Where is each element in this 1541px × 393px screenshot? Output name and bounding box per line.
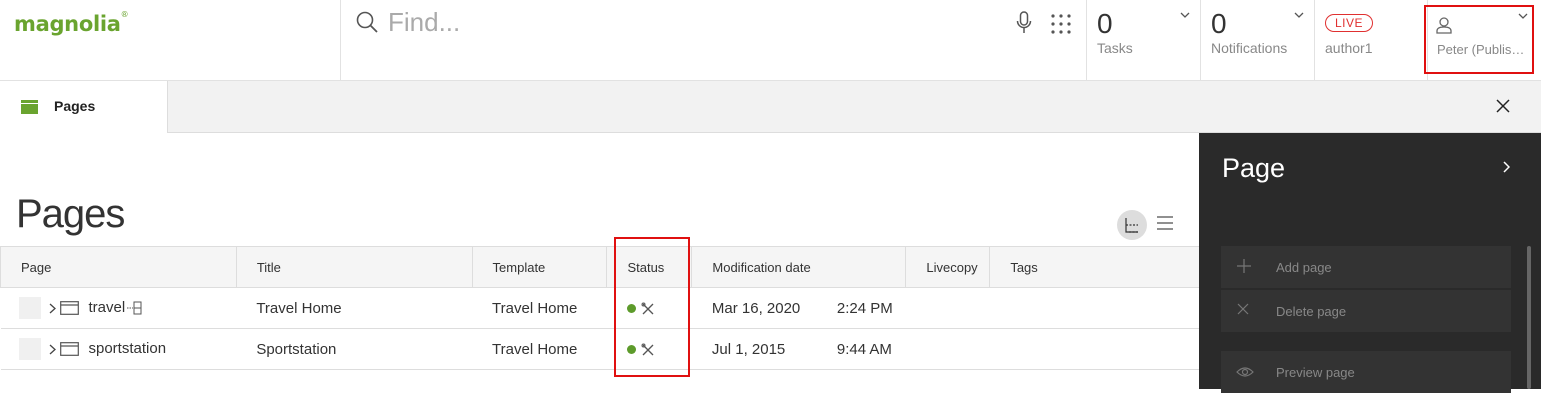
pages-app-icon <box>21 100 38 114</box>
close-icon <box>1237 303 1249 315</box>
livecopy-cell <box>905 287 990 329</box>
instance-label: author1 <box>1325 40 1373 56</box>
status-column-highlight <box>614 237 690 377</box>
chevron-right-icon[interactable] <box>1503 161 1510 173</box>
title-cell: Sportstation <box>236 328 473 370</box>
chevron-down-icon <box>1294 12 1304 18</box>
top-bar: magnolia® 0 Tasks 0 Notifications LI <box>0 0 1541 81</box>
add-page-action[interactable]: Add page <box>1221 246 1511 288</box>
table-header-row: Page Title Template Status Modification … <box>0 246 1200 288</box>
modification-date-cell: Mar 16, 2020 2:24 PM <box>691 287 906 329</box>
tab-label: Pages <box>54 98 96 114</box>
logo-registered-mark: ® <box>120 10 129 19</box>
notifications-label: Notifications <box>1211 40 1288 56</box>
logo-text: magnolia <box>14 12 121 36</box>
tree-view-toggle[interactable] <box>1117 210 1147 240</box>
user-name: Peter (Publish... <box>1437 42 1529 57</box>
chevron-down-icon <box>1180 12 1190 18</box>
row-checkbox[interactable] <box>18 297 41 319</box>
action-label: Delete page <box>1276 304 1347 319</box>
column-header-tags[interactable]: Tags <box>989 246 1200 288</box>
tasks-indicator[interactable]: 0 Tasks <box>1086 0 1200 81</box>
chevron-right-icon[interactable] <box>49 303 56 314</box>
tasks-label: Tasks <box>1097 40 1133 56</box>
user-menu[interactable]: Peter (Publish... <box>1424 5 1534 74</box>
modification-date: Jul 1, 2015 <box>711 340 786 358</box>
delete-page-action[interactable]: Delete page <box>1221 290 1511 332</box>
search-bar <box>340 0 1086 81</box>
search-input[interactable] <box>388 4 988 40</box>
plus-icon <box>1237 259 1251 273</box>
edit-cursor-icon <box>127 301 142 315</box>
tags-cell <box>989 287 1200 329</box>
tab-bar: Pages <box>0 81 1541 133</box>
modification-time: 9:44 AM <box>836 340 892 358</box>
live-badge: LIVE <box>1325 14 1374 32</box>
action-label: Add page <box>1276 260 1332 275</box>
template-cell: Travel Home <box>472 287 607 329</box>
table-row[interactable]: travel Travel Home Travel Home Mar 16, 2… <box>0 287 1200 329</box>
column-header-page[interactable]: Page <box>0 246 237 288</box>
notifications-count: 0 <box>1211 8 1227 39</box>
column-header-modification-date[interactable]: Modification date <box>691 246 907 288</box>
app-launcher-icon[interactable] <box>1050 13 1072 35</box>
close-icon[interactable] <box>1495 98 1511 114</box>
modification-date-cell: Jul 1, 2015 9:44 AM <box>691 328 906 370</box>
page-name: sportstation <box>88 339 167 357</box>
chevron-right-icon[interactable] <box>49 344 56 355</box>
tab-pages[interactable]: Pages <box>0 81 168 133</box>
search-icon[interactable] <box>355 10 379 34</box>
action-bar-title: Page <box>1222 153 1286 183</box>
action-label: Preview page <box>1276 365 1355 380</box>
tags-cell <box>989 328 1200 370</box>
environment-indicator: LIVE author1 <box>1314 0 1427 81</box>
page-icon <box>59 301 79 315</box>
chevron-down-icon <box>1518 13 1528 19</box>
template-cell: Travel Home <box>472 328 607 370</box>
table-row[interactable]: sportstation Sportstation Travel Home Ju… <box>0 328 1200 370</box>
user-icon <box>1436 17 1452 34</box>
livecopy-cell <box>905 328 990 370</box>
page-icon <box>59 342 79 356</box>
tree-view-icon <box>1125 218 1138 233</box>
action-bar: Page Add page Delete page Preview page <box>1199 133 1541 393</box>
magnolia-logo[interactable]: magnolia® <box>14 10 129 36</box>
action-bar-scrollbar[interactable] <box>1527 246 1531 389</box>
list-view-icon[interactable] <box>1156 214 1174 232</box>
pages-table: Page Title Template Status Modification … <box>0 246 1200 370</box>
tasks-count: 0 <box>1097 8 1113 39</box>
notifications-indicator[interactable]: 0 Notifications <box>1200 0 1314 81</box>
page-cell: travel <box>0 287 237 329</box>
row-checkbox[interactable] <box>18 338 41 360</box>
eye-icon <box>1236 367 1254 377</box>
column-header-title[interactable]: Title <box>235 246 473 288</box>
preview-page-action[interactable]: Preview page <box>1221 351 1511 393</box>
modification-date: Mar 16, 2020 <box>711 299 801 317</box>
column-header-template[interactable]: Template <box>471 246 608 288</box>
modification-time: 2:24 PM <box>836 299 893 317</box>
column-header-livecopy[interactable]: Livecopy <box>905 246 991 288</box>
page-name: travel <box>88 298 126 316</box>
microphone-icon[interactable] <box>1016 11 1032 35</box>
page-cell: sportstation <box>0 328 237 370</box>
page-title: Pages <box>16 192 125 236</box>
title-cell: Travel Home <box>236 287 473 329</box>
